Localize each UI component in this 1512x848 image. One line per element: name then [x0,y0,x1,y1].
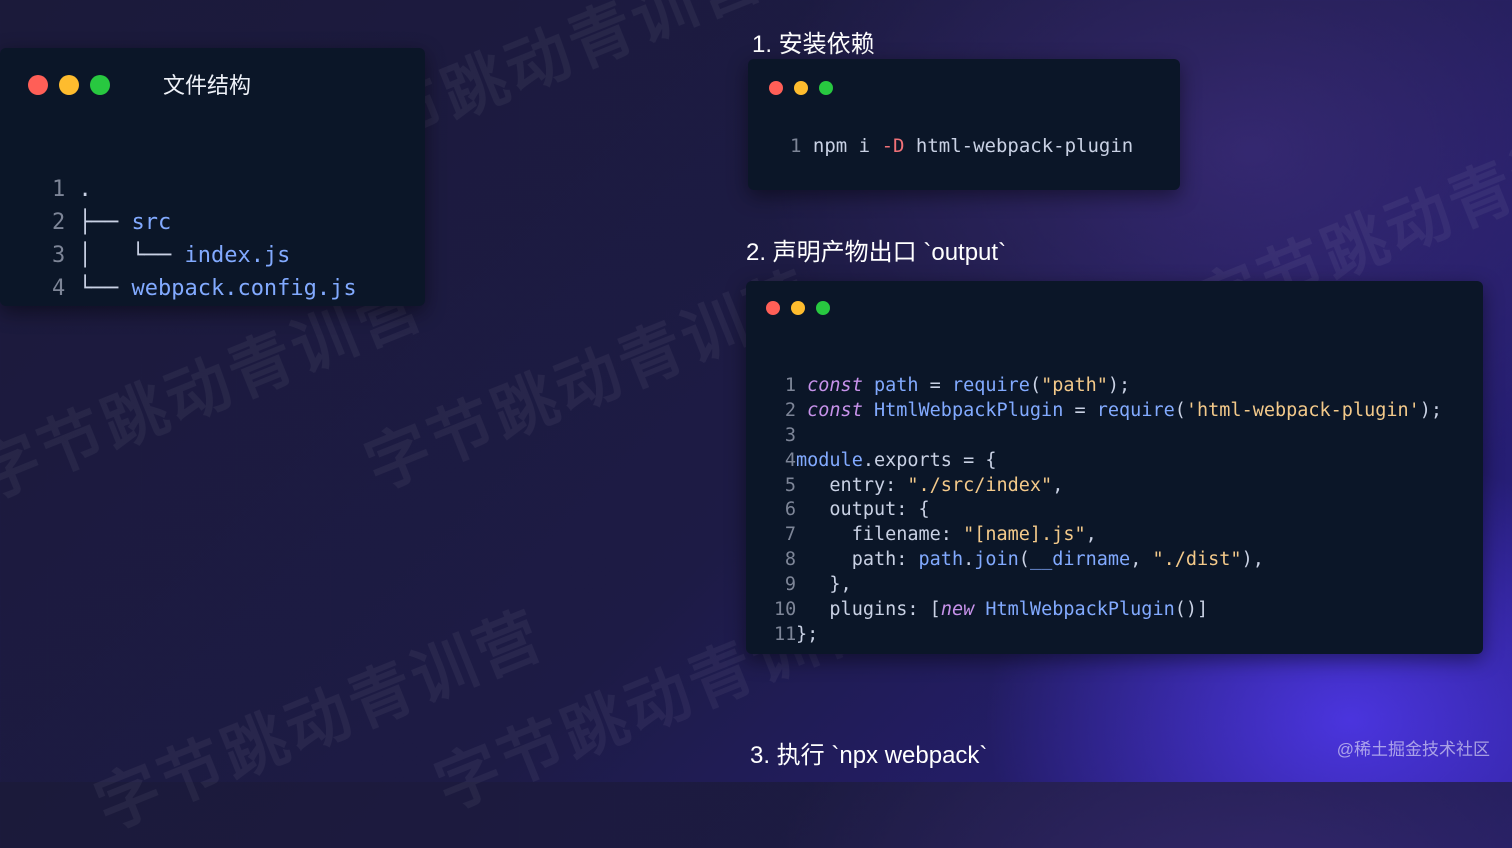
minimize-dot-icon[interactable] [791,301,805,315]
tree-entry: webpack.config.js [131,276,357,301]
tree-entry: . [78,177,92,202]
line-number: 1 [52,177,66,202]
install-command: 1 npm i -D html-webpack-plugin [790,135,1134,157]
close-dot-icon[interactable] [766,301,780,315]
file-tree: 1 .2 ├── src 3 │ └── index.js 4 └── webpac… [52,140,357,371]
watermark: 字节跳动青训营 [85,598,555,846]
line-number: 3 [52,243,66,268]
close-dot-icon[interactable] [28,75,48,95]
tree-entry: index.js [184,243,291,268]
minimize-dot-icon[interactable] [794,81,808,95]
install-window: 1 npm i -D html-webpack-plugin [748,59,1180,190]
webpack-config-code: 1 const path = require("path"); 2 const H… [774,349,1442,698]
line-number: 4 [52,276,66,301]
step3-heading: 3. 执行 `npx webpack` [750,742,988,769]
code-line: 8 path: path.join(__dirname, "./dist"), [784,549,1264,571]
code-line: 4module.exports = { [784,449,997,471]
code-line: 1 const path = require("path"); [784,374,1131,396]
line-number: 2 [52,210,66,235]
tree-line: 2 ├── src [52,206,357,239]
code-line: 6 output: { [784,499,930,521]
code-line: 2 const HtmlWebpackPlugin = require('htm… [784,399,1443,421]
step2-heading: 2. 声明产物出口 `output` [746,239,1007,266]
code-line: 5 entry: "./src/index", [784,474,1064,496]
maximize-dot-icon[interactable] [816,301,830,315]
code-line: 9 }, [784,574,852,596]
line-number: 1 [790,135,802,157]
maximize-dot-icon[interactable] [819,81,833,95]
credit-watermark: @稀土掘金技术社区 [1336,740,1490,759]
tree-line: 4 └── webpack.config.js [52,272,357,305]
code-line: 10 plugins: [new HtmlWebpackPlugin()] [774,599,1209,621]
tree-line: 1 . [52,173,357,206]
tree-entry: src [131,210,172,235]
code-line: 11}; [774,623,819,645]
maximize-dot-icon[interactable] [90,75,110,95]
window-title: 文件结构 [163,74,252,99]
config-window: 1 const path = require("path"); 2 const H… [746,281,1483,654]
minimize-dot-icon[interactable] [59,75,79,95]
tree-line: 3 │ └── index.js [52,239,357,272]
window-controls [28,75,110,95]
window-controls [766,301,830,315]
step1-heading: 1. 安装依赖 [752,31,875,58]
window-controls [769,81,833,95]
close-dot-icon[interactable] [769,81,783,95]
code-line: 3 [784,424,796,446]
code-line: 7 filename: "[name].js", [784,524,1097,546]
file-structure-window: 文件结构 1 .2 ├── src 3 │ └── index.js 4 └── w… [0,48,425,306]
